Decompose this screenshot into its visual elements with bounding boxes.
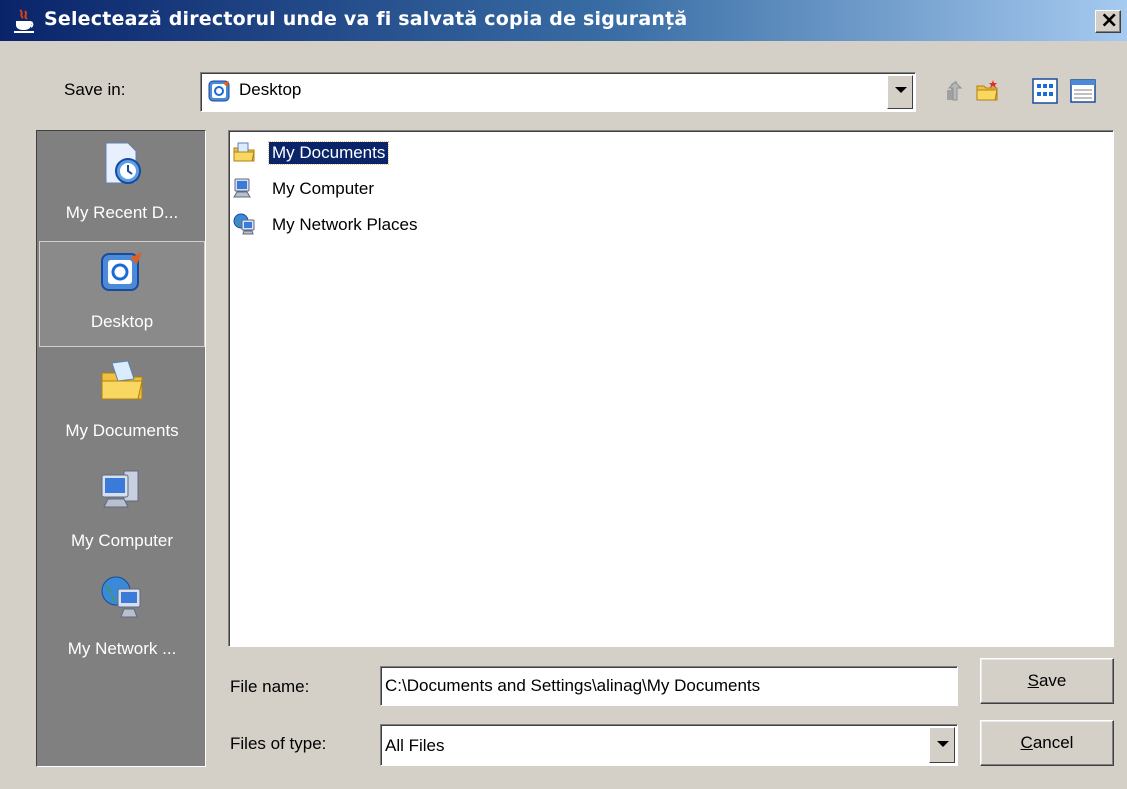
place-my-computer[interactable]: My Computer: [39, 461, 205, 567]
save-label: ave: [1038, 671, 1067, 690]
place-my-network[interactable]: My Network ...: [39, 569, 205, 675]
chevron-down-icon: [895, 87, 907, 93]
places-bar: My Recent D... Desktop My Documents My C…: [36, 130, 206, 767]
place-label: My Computer: [70, 531, 174, 550]
file-name: My Documents: [267, 141, 390, 165]
files-of-type-dropdown-button[interactable]: [929, 727, 955, 763]
cancel-label: ancel: [1032, 733, 1074, 752]
save-in-dropdown-button[interactable]: [887, 75, 913, 109]
create-new-folder-icon[interactable]: [975, 78, 1001, 104]
place-desktop[interactable]: Desktop: [39, 241, 205, 347]
details-view-icon[interactable]: [1070, 78, 1096, 104]
file-name-field[interactable]: C:\Documents and Settings\alinag\My Docu…: [380, 666, 958, 706]
save-in-label: Save in:: [64, 80, 126, 99]
list-view-icon[interactable]: [1032, 78, 1058, 104]
close-button[interactable]: ×: [1095, 10, 1121, 33]
my-computer-icon: [101, 470, 139, 508]
close-icon: ×: [1100, 8, 1119, 33]
cancel-button[interactable]: Cancel: [980, 720, 1114, 766]
file-name: My Computer: [272, 179, 375, 198]
place-my-documents[interactable]: My Documents: [39, 351, 205, 457]
place-label: Desktop: [90, 312, 154, 331]
recent-documents-icon: [105, 142, 141, 184]
save-button[interactable]: Save: [980, 658, 1114, 704]
my-documents-icon: [101, 360, 143, 400]
place-recent-documents[interactable]: My Recent D...: [39, 133, 205, 239]
my-network-icon: [233, 213, 255, 235]
place-label: My Documents: [65, 421, 179, 440]
files-of-type-value: All Files: [385, 736, 445, 755]
save-in-combo[interactable]: Desktop: [200, 72, 916, 112]
file-list[interactable]: My Documents My Computer My Network Plac…: [228, 130, 1114, 647]
java-cup-icon: [14, 9, 34, 33]
chevron-down-icon: [937, 741, 949, 747]
files-of-type-combo[interactable]: All Files: [380, 724, 958, 766]
place-label: My Recent D...: [65, 203, 179, 222]
file-name: My Network Places: [272, 215, 418, 234]
place-label: My Network ...: [67, 639, 177, 658]
desktop-icon: [101, 252, 142, 291]
file-name-label: File name:: [230, 677, 310, 696]
title-bar: Selectează directorul unde va fi salvată…: [0, 0, 1127, 42]
cancel-mnemonic: C: [1020, 733, 1033, 752]
my-documents-icon: [233, 142, 255, 162]
save-mnemonic: S: [1027, 671, 1039, 690]
desktop-icon: [208, 80, 230, 102]
window-title: Selectează directorul unde va fi salvată…: [44, 8, 688, 30]
save-in-value: Desktop: [239, 80, 302, 99]
my-network-icon: [101, 576, 141, 618]
my-computer-icon: [233, 178, 251, 198]
up-one-level-icon[interactable]: [941, 78, 967, 104]
files-of-type-label: Files of type:: [230, 734, 327, 753]
